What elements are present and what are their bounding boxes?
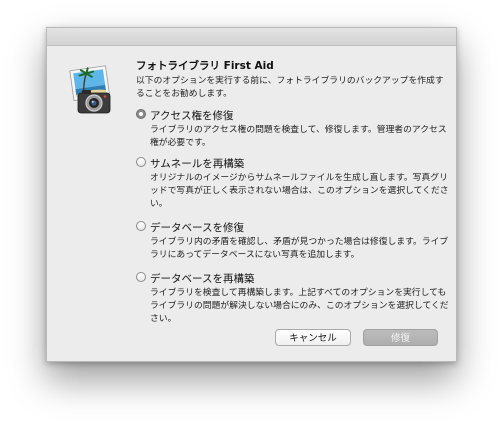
option-label[interactable]: サムネールを再構築 — [150, 156, 244, 171]
cancel-button[interactable]: キャンセル — [275, 329, 351, 346]
option-description: ライブラリのアクセス権の問題を検査して、修復します。管理者のアクセス権が必要です… — [150, 125, 447, 148]
dialog-title: フォトライブラリ First Aid — [136, 60, 274, 72]
option-label[interactable]: データベースを再構築 — [150, 271, 254, 286]
window-titlebar[interactable] — [47, 28, 456, 46]
option-label[interactable]: アクセス権を修復 — [150, 108, 233, 123]
first-aid-dialog: フォトライブラリ First Aid 以下のオプションを実行する前に、フォトライ… — [46, 27, 457, 362]
option-description: ライブラリを検査して再構築します。上記すべてのオプションを実行してもライブラリの… — [150, 288, 449, 324]
radio-button[interactable] — [136, 157, 146, 167]
repair-button[interactable]: 修復 — [363, 329, 438, 346]
photos-camera-app-icon — [69, 63, 115, 117]
radio-button[interactable] — [136, 272, 146, 282]
option-label[interactable]: データベースを修復 — [150, 220, 244, 235]
radio-button-selected[interactable] — [136, 109, 146, 119]
dialog-intro-text: 以下のオプションを実行する前に、フォトライブラリのバックアップを作成することをお… — [136, 76, 444, 99]
option-description: ライブラリ内の矛盾を確認し、矛盾が見つかった場合は修復します。ライブラリにあって… — [150, 237, 449, 260]
option-description: オリジナルのイメージからサムネールファイルを生成し直します。写真グリッドで写真が… — [150, 173, 449, 209]
radio-button[interactable] — [136, 221, 146, 231]
